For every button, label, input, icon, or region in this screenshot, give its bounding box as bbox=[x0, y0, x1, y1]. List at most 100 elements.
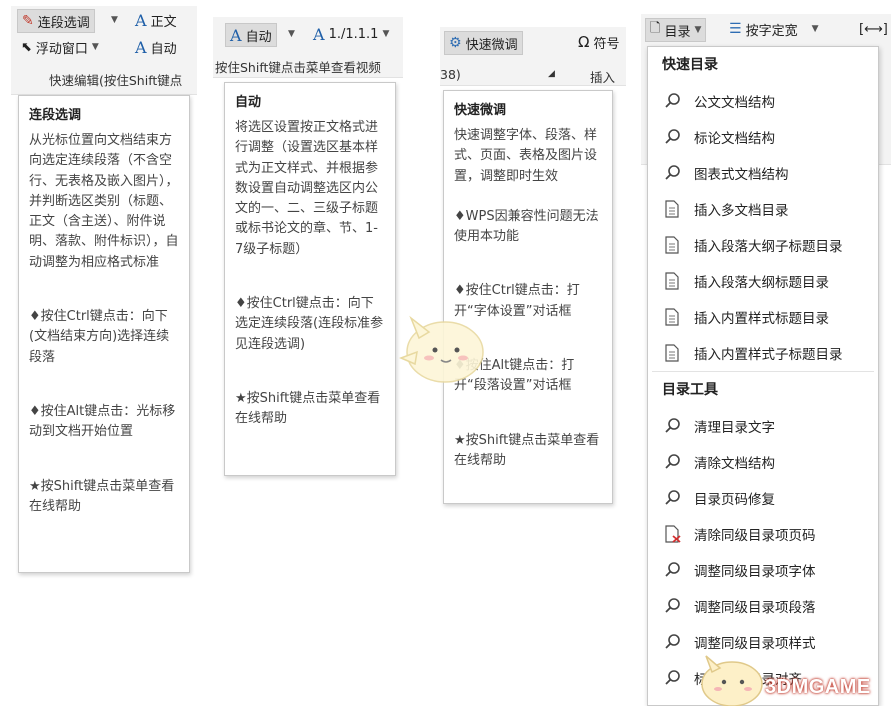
tooltip-title: 快速微调 bbox=[454, 103, 507, 118]
auto-button[interactable]: A 自动 bbox=[131, 36, 181, 58]
tooltip-description: 快速调整字体、段落、样式、页面、表格及图片设置，调整即时生效 bbox=[454, 128, 598, 184]
document-icon bbox=[664, 308, 686, 326]
tooltip-title: 自动 bbox=[235, 95, 262, 110]
char-width-button[interactable]: ☰ 按字定宽 ▼ bbox=[725, 18, 823, 40]
search-icon bbox=[664, 561, 686, 579]
search-icon bbox=[664, 128, 686, 146]
menu-item-label: 清除同级目录项页码 bbox=[694, 528, 816, 544]
font-a-icon: A bbox=[230, 25, 242, 45]
menu-item[interactable]: 清理目录文字 bbox=[648, 408, 878, 444]
char-width-label: 按字定宽 bbox=[745, 23, 798, 39]
menu-item[interactable]: 图表式文档结构 bbox=[648, 155, 878, 191]
menu-item[interactable]: 公文文档结构 bbox=[648, 83, 878, 119]
menu-item-label: 插入内置样式标题目录 bbox=[694, 311, 829, 327]
panel1-ribbon: ✎ 连段选调 ▼ A 正文 ⬉ 浮动窗口 ▼ A 自动 快速编辑(按住Shift… bbox=[11, 6, 197, 95]
brush-icon: ✎ bbox=[22, 13, 34, 29]
menu-item-label: 标论文档结构 bbox=[694, 131, 775, 147]
float-window-button[interactable]: ⬉ 浮动窗口 ▼ bbox=[17, 36, 103, 58]
width-icon[interactable]: [⟷] bbox=[855, 18, 891, 40]
menu-item[interactable]: 标论文档结构 bbox=[648, 119, 878, 155]
menu-section-quick-toc: 快速目录 bbox=[662, 57, 718, 73]
font-a-icon: A bbox=[135, 37, 147, 57]
menu-item-label: 插入内置样式子标题目录 bbox=[694, 347, 843, 363]
menu-item[interactable]: 目录页码修复 bbox=[648, 480, 878, 516]
chevron-down-icon: ▼ bbox=[811, 24, 819, 34]
align-icon: ☰ bbox=[729, 21, 742, 37]
omega-icon: Ω bbox=[578, 33, 590, 51]
group-label: 快速编辑(按住Shift键点 bbox=[49, 73, 183, 88]
menu-item[interactable]: 插入段落大纲子标题目录 bbox=[648, 227, 878, 263]
menu-section-toc-tools: 目录工具 bbox=[662, 382, 718, 398]
menu-item[interactable]: 插入内置样式子标题目录 bbox=[648, 335, 878, 371]
symbol-label: 符号 bbox=[593, 36, 620, 52]
document-icon bbox=[664, 200, 686, 218]
panel1-tooltip: 连段选调 从光标位置向文档结束方向选定连续段落（不含空行、无表格及嵌入图片），并… bbox=[18, 95, 190, 573]
quick-tune-label: 快速微调 bbox=[465, 37, 518, 53]
document-icon: 🗋 bbox=[650, 21, 661, 36]
search-icon bbox=[664, 453, 686, 471]
chevron-down-icon: ▼ bbox=[382, 29, 390, 39]
dialog-launcher-icon[interactable]: ◢ bbox=[548, 69, 555, 79]
search-icon bbox=[664, 417, 686, 435]
body-text-button[interactable]: A 正文 bbox=[131, 9, 181, 31]
menu-item[interactable]: 清除同级目录项页码 bbox=[648, 516, 878, 552]
watermark-logo: 3DMGAME bbox=[765, 676, 871, 698]
document-delete-icon bbox=[664, 525, 686, 543]
tooltip-description: 将选区设置按正文格式进行调整（设置选区基本样式为正文样式、并根据参数设置自动调整… bbox=[235, 120, 379, 257]
connect-select-dropdown[interactable]: ▼ bbox=[108, 9, 124, 31]
auto-button[interactable]: A 自动 bbox=[225, 23, 277, 47]
panel2-tooltip: 自动 将选区设置按正文格式进行调整（设置选区基本样式为正文样式、并根据参数设置自… bbox=[224, 82, 396, 476]
tooltip-alt-hint: ♦按住Alt键点击：光标移动到文档开始位置 bbox=[29, 403, 176, 440]
menu-item[interactable]: 清除文档结构 bbox=[648, 444, 878, 480]
menu-item[interactable]: 插入内置样式标题目录 bbox=[648, 299, 878, 335]
auto-label: 自动 bbox=[245, 29, 272, 45]
menu-item-label: 调整同级目录项字体 bbox=[694, 564, 816, 580]
document-icon bbox=[664, 272, 686, 290]
tooltip-title: 连段选调 bbox=[29, 108, 82, 123]
menu-item-label: 插入段落大纲标题目录 bbox=[694, 275, 829, 291]
search-icon bbox=[664, 92, 686, 110]
menu-item[interactable]: 插入段落大纲标题目录 bbox=[648, 263, 878, 299]
numbering-button[interactable]: A 1./1.1.1 ▼ bbox=[309, 23, 393, 45]
chevron-down-icon: ▼ bbox=[288, 29, 295, 39]
menu-item-label: 目录页码修复 bbox=[694, 492, 775, 508]
quick-toc-list: 公文文档结构标论文档结构 图表式文档结构 插入多文档目录插入段落大纲子标题目录插入段… bbox=[648, 83, 878, 371]
menu-item-label: 图表式文档结构 bbox=[694, 167, 789, 183]
quick-tune-button[interactable]: ⚙ 快速微调 bbox=[444, 31, 523, 55]
toc-label: 目录 bbox=[664, 24, 691, 40]
menu-item[interactable]: 调整同级目录项字体 bbox=[648, 552, 878, 588]
tooltip-shift-hint: ★按Shift键点击菜单查看在线帮助 bbox=[454, 432, 600, 468]
tooltip-ctrl-hint: ♦按住Ctrl键点击：向下(文档结束方向)选择连续段落 bbox=[29, 309, 170, 365]
left-label: 38) bbox=[440, 67, 461, 82]
search-icon bbox=[664, 489, 686, 507]
tooltip-shift-hint: ★按Shift键点击菜单查看在线帮助 bbox=[235, 390, 381, 427]
document-icon bbox=[664, 344, 686, 362]
symbol-button[interactable]: Ω 符号 bbox=[574, 31, 623, 53]
tooltip-ctrl-hint: ♦按住Ctrl键点击：向下选定连续段落(连段标准参见连段选调) bbox=[235, 296, 384, 352]
menu-item-label: 清除文档结构 bbox=[694, 456, 775, 472]
group-label: 按住Shift键点击菜单查看视频 bbox=[215, 60, 381, 75]
search-icon bbox=[664, 669, 686, 687]
menu-item-label: 插入多文档目录 bbox=[694, 203, 789, 219]
panel3-ribbon: ⚙ 快速微调 Ω 符号 38) ◢ 插入 bbox=[440, 27, 626, 86]
auto-dropdown[interactable]: ▼ bbox=[285, 23, 301, 45]
chevron-down-icon: ▼ bbox=[694, 25, 702, 35]
chevron-down-icon: ▼ bbox=[91, 42, 99, 52]
panel2-ribbon: A 自动 ▼ A 1./1.1.1 ▼ 按住Shift键点击菜单查看视频 bbox=[213, 17, 403, 78]
menu-item[interactable]: 插入多文档目录 bbox=[648, 191, 878, 227]
search-icon bbox=[664, 633, 686, 651]
search-icon bbox=[664, 597, 686, 615]
menu-item[interactable]: 调整同级目录项段落 bbox=[648, 588, 878, 624]
tooltip-shift-hint: ★按Shift键点击菜单查看在线帮助 bbox=[29, 478, 175, 514]
document-icon bbox=[664, 236, 686, 254]
mascot-icon bbox=[701, 655, 763, 706]
search-icon bbox=[664, 164, 686, 182]
group-label: 插入 bbox=[590, 70, 616, 85]
float-window-label: 浮动窗口 bbox=[35, 41, 88, 57]
connect-select-button[interactable]: ✎ 连段选调 bbox=[17, 9, 95, 33]
toc-button[interactable]: 🗋 目录 ▼ bbox=[645, 18, 707, 42]
